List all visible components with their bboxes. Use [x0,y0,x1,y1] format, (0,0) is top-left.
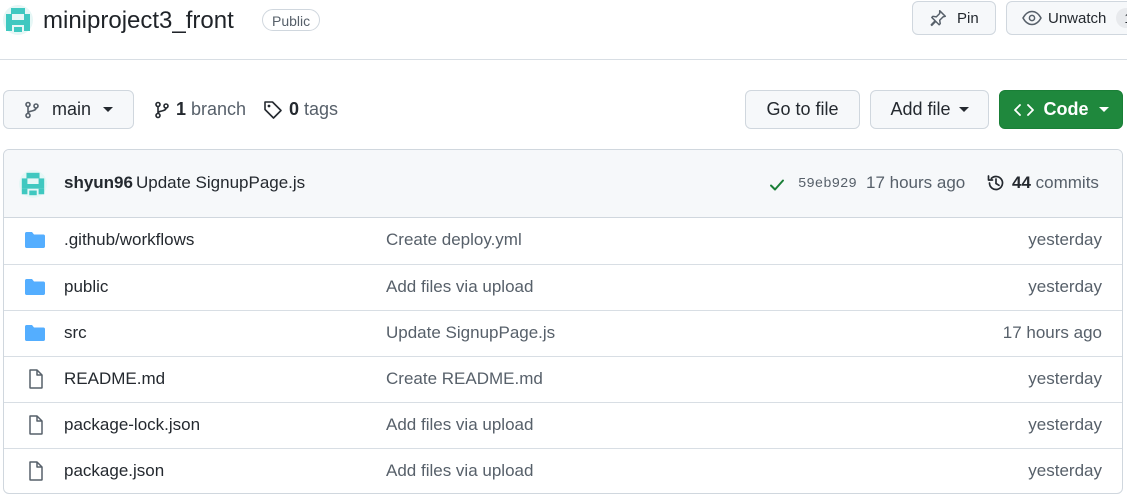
file-row: package.json Add files via upload yester… [4,448,1122,493]
file-commit-message-link[interactable]: Create README.md [386,369,543,389]
unwatch-label: Unwatch [1048,9,1107,27]
check-icon[interactable] [768,176,786,194]
file-icon [29,415,43,435]
watch-count: 1 [1116,8,1127,28]
branches-link[interactable]: 1 branch [154,99,246,120]
file-commit-time: yesterday [1028,277,1102,296]
file-browser: shyun96 Update SignupPage.js 59eb929 17 … [3,149,1123,494]
repo-owner-avatar[interactable] [3,5,33,35]
visibility-badge: Public [262,9,321,31]
branch-name: main [52,99,92,119]
file-row: package-lock.json Add files via upload y… [4,402,1122,448]
file-commit-time: yesterday [1028,230,1102,249]
file-name-link[interactable]: public [64,277,108,297]
author-avatar[interactable] [19,170,47,198]
header-divider [0,59,1127,60]
chevron-down-icon [103,107,114,112]
code-icon [1013,103,1034,116]
file-row: public Add files via upload yesterday [4,264,1122,310]
go-to-file-label: Go to file [766,99,839,119]
file-commit-time: yesterday [1028,415,1102,434]
add-file-label: Add file [890,99,951,119]
file-commit-message-link[interactable]: Update SignupPage.js [386,323,555,343]
history-icon [987,175,1004,191]
latest-commit-bar: shyun96 Update SignupPage.js 59eb929 17 … [4,150,1122,218]
file-name-link[interactable]: package.json [64,461,164,481]
pin-button[interactable]: Pin [912,1,996,35]
commit-sha-link[interactable]: 59eb929 [798,176,857,192]
chevron-down-icon [958,107,969,112]
file-icon [29,461,43,481]
branch-count: 1 [176,99,187,119]
go-to-file-button[interactable]: Go to file [745,90,860,129]
file-commit-message-link[interactable]: Add files via upload [386,277,533,297]
add-file-button[interactable]: Add file [870,90,989,129]
file-name-link[interactable]: src [64,323,87,343]
branch-label: branch [191,99,247,119]
git-branch-icon [155,101,169,118]
eye-icon [1022,10,1042,26]
unwatch-button[interactable]: Unwatch 1 [1006,1,1127,35]
git-branch-icon [25,101,39,118]
file-commit-message-link[interactable]: Create deploy.yml [386,230,522,250]
tag-icon [264,100,282,119]
folder-icon [25,325,45,341]
tag-count: 0 [289,99,300,119]
folder-icon [25,232,45,248]
code-label: Code [1043,99,1089,119]
code-button[interactable]: Code [999,90,1123,129]
commit-count-label: commits [1035,173,1099,192]
branch-select-button[interactable]: main [3,90,134,129]
file-name-link[interactable]: package-lock.json [64,415,200,435]
file-icon [29,369,43,389]
file-commit-message-link[interactable]: Add files via upload [386,461,533,481]
chevron-down-icon [1098,107,1109,112]
commit-message-link[interactable]: Update SignupPage.js [136,173,305,193]
file-name-link[interactable]: README.md [64,369,165,389]
commit-author-link[interactable]: shyun96 [64,173,133,193]
commit-time: 17 hours ago [866,173,966,192]
tags-link[interactable]: 0 tags [263,99,338,120]
commit-count: 44 [1012,173,1031,192]
file-row: README.md Create README.md yesterday [4,356,1122,402]
file-name-link[interactable]: .github/workflows [64,230,194,250]
file-commit-message-link[interactable]: Add files via upload [386,415,533,435]
tag-label: tags [304,99,339,119]
folder-icon [25,279,45,295]
repo-name-link[interactable]: miniproject3_front [43,6,234,36]
file-commit-time: 17 hours ago [1002,323,1102,342]
pin-icon [930,9,947,27]
file-commit-time: yesterday [1028,369,1102,388]
file-commit-time: yesterday [1028,461,1102,480]
pin-label: Pin [957,9,979,27]
commits-link[interactable]: 44 commits [1012,173,1099,193]
file-row: .github/workflows Create deploy.yml yest… [4,218,1122,264]
file-row: src Update SignupPage.js 17 hours ago [4,310,1122,356]
